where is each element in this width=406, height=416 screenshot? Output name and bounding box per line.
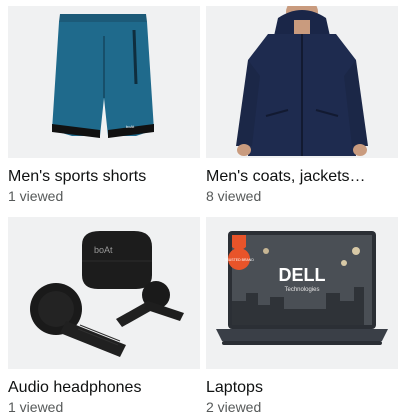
- trusted-brand-badge: TRUSTED BRAND: [224, 258, 254, 262]
- laptop-icon: TRUSTED BRAND DELL Technologies: [216, 231, 388, 345]
- product-image-sports-shorts[interactable]: boAt: [8, 6, 200, 158]
- product-title[interactable]: Men's sports shorts: [8, 167, 200, 187]
- brand-text: boAt: [94, 245, 113, 255]
- product-image-laptops[interactable]: TRUSTED BRAND DELL Technologies: [206, 217, 398, 369]
- viewed-count: 8 viewed: [206, 188, 262, 204]
- product-card-coats-jackets[interactable]: Men's coats, jackets… 8 viewed: [206, 6, 398, 205]
- product-title[interactable]: Laptops: [206, 378, 398, 398]
- product-image-coats-jackets[interactable]: [206, 6, 398, 158]
- product-card-laptops[interactable]: TRUSTED BRAND DELL Technologies Laptops …: [206, 217, 398, 416]
- viewed-count: 1 viewed: [8, 188, 64, 204]
- viewed-count: 1 viewed: [8, 399, 64, 415]
- brand-subtext: Technologies: [284, 287, 319, 293]
- brand-text: DELL: [279, 265, 326, 285]
- product-card-sports-shorts[interactable]: boAt Men's sports shorts 1 viewed: [8, 6, 200, 205]
- product-card-audio-headphones[interactable]: boAt Audio headphones 1 viewed: [8, 217, 200, 416]
- hooded-jacket-icon: [236, 6, 368, 156]
- product-title[interactable]: Audio headphones: [8, 378, 200, 398]
- wireless-earbuds-icon: boAt: [30, 231, 184, 357]
- sports-shorts-icon: boAt: [52, 14, 154, 138]
- viewed-count: 2 viewed: [206, 399, 262, 415]
- product-image-audio-headphones[interactable]: boAt: [8, 217, 200, 369]
- recently-viewed-grid: boAt Men's sports shorts 1 viewed Men's …: [0, 0, 406, 415]
- product-title[interactable]: Men's coats, jackets…: [206, 167, 398, 187]
- svg-text:boAt: boAt: [126, 124, 135, 129]
